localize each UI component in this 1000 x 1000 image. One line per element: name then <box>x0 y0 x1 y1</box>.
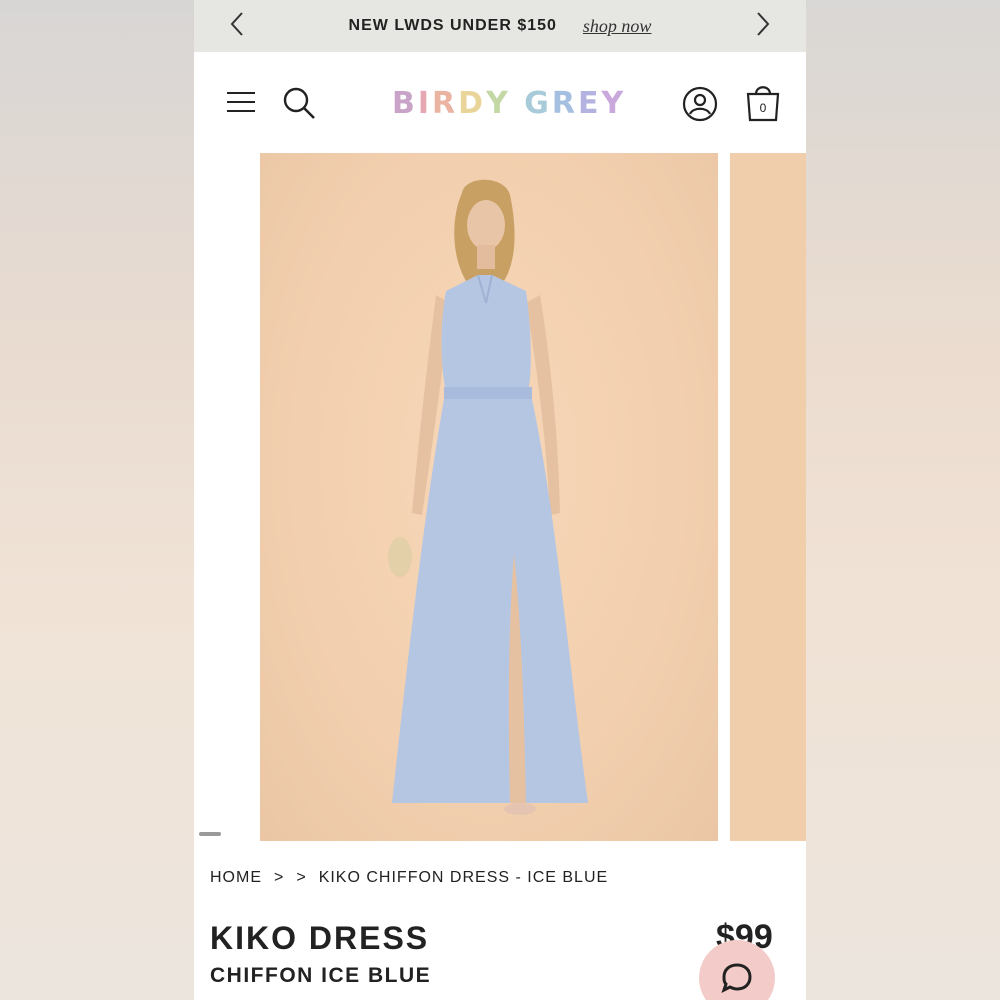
promo-bar: NEW LWDS UNDER $150 shop now <box>194 0 806 52</box>
breadcrumb-separator: > <box>274 869 285 886</box>
account-button[interactable] <box>682 86 718 127</box>
backdrop-right <box>806 0 1000 1000</box>
breadcrumb: HOME > > KIKO CHIFFON DRESS - ICE BLUE <box>210 868 608 888</box>
logo-letter: R <box>432 86 459 121</box>
logo-letter: R <box>551 86 578 121</box>
logo-letter: D <box>458 86 487 121</box>
product-subtitle: CHIFFON ICE BLUE <box>210 964 432 987</box>
logo-letter: I <box>417 86 433 121</box>
cart-count: 0 <box>760 101 767 115</box>
menu-icon <box>227 92 255 112</box>
logo-letter: Y <box>486 86 511 121</box>
logo-letter: B <box>392 86 418 121</box>
product-image[interactable] <box>260 153 718 841</box>
product-gallery[interactable] <box>194 153 806 841</box>
logo-letter: Y <box>601 86 627 121</box>
logo-letter: E <box>577 86 602 121</box>
chevron-left-icon <box>230 12 243 36</box>
site-header: BIRDY GREY 0 <box>194 52 806 152</box>
phone-screen: NEW LWDS UNDER $150 shop now BIRDY GREY <box>194 0 806 1000</box>
chat-icon <box>721 963 752 993</box>
promo-next-button[interactable] <box>748 8 778 40</box>
account-icon <box>682 86 718 122</box>
breadcrumb-separator: > <box>296 869 307 886</box>
gallery-indicator[interactable] <box>199 832 221 836</box>
model-illustration <box>388 179 588 815</box>
shop-now-link[interactable]: shop now <box>583 16 652 37</box>
cart-button[interactable]: 0 <box>744 82 782 127</box>
search-button[interactable] <box>282 86 316 125</box>
birdy-grey-logo[interactable]: BIRDY GREY <box>392 84 623 124</box>
promo-prev-button[interactable] <box>222 8 252 40</box>
search-icon <box>283 87 315 119</box>
chevron-right-icon <box>757 12 770 36</box>
breadcrumb-home[interactable]: HOME <box>210 869 262 887</box>
breadcrumb-current: KIKO CHIFFON DRESS - ICE BLUE <box>318 869 609 886</box>
promo-text: NEW LWDS UNDER $150 <box>348 17 557 34</box>
logo-letter: G <box>524 86 552 121</box>
backdrop-left <box>0 0 194 1000</box>
logo-letter <box>511 84 524 124</box>
menu-button[interactable] <box>226 90 256 119</box>
next-product-image[interactable] <box>730 153 806 841</box>
product-title: KIKO DRESS <box>210 920 430 956</box>
cart-icon: 0 <box>746 86 780 122</box>
